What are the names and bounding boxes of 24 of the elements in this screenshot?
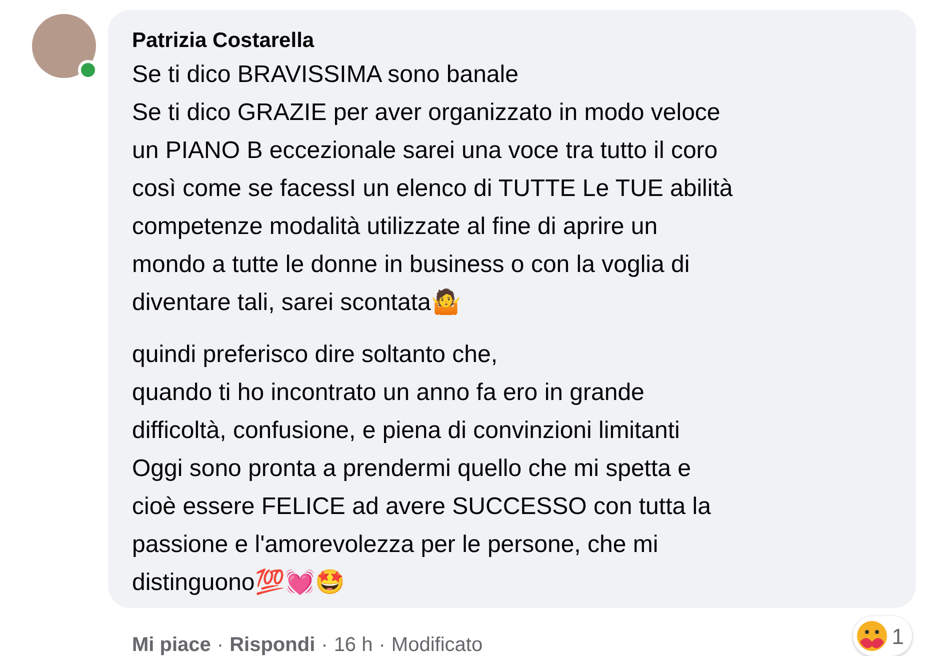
meta-text: 16 h [334,633,373,656]
author-name[interactable]: Patrizia Costarella [132,28,314,54]
comment-text-line: quando ti ho incontrato un anno fa ero in grande [132,378,644,408]
comment-text-line: passione e l'amorevolezza per le persone, che mi [132,530,658,560]
comment-text-line: diventare tali, sarei scontata🤷 [132,288,461,318]
separator-dot: · [321,633,328,656]
comment-text-line: competenze modalità utilizzate al fine di aprire un [132,212,658,242]
reaction-badge[interactable]: 1 [852,616,912,656]
hugging-face-icon [856,620,888,652]
comment-text-line: un PIANO B eccezionale sarei una voce tra tutto il coro [132,136,718,166]
separator-dot: · [216,633,224,656]
comment-text-line: quindi preferisco dire soltanto che, [132,340,498,370]
comment-text-line: distinguono💯💓🤩 [132,568,345,598]
comment-text-line: Se ti dico BRAVISSIMA sono banale [132,60,518,90]
comment-text-line: Oggi sono pronta a prendermi quello che mi spetta e [132,454,691,484]
comment-text-line: mondo a tutte le donne in business o con la voglia di [132,250,690,280]
action-link[interactable]: Rispondi [230,630,316,656]
comment-text-line: cioè essere FELICE ad avere SUCCESSO con tutta la [132,492,711,522]
comment-text-line: difficoltà, confusione, e piena di convinzioni limitanti [132,416,680,446]
separator-dot: · [378,633,386,656]
comment-text-line: così come se facessI un elenco di TUTTE Le TUE abilità [132,174,733,204]
action-link[interactable]: Mi piace [132,630,211,656]
meta-text: Modificato [391,633,483,656]
comment-text-line: Se ti dico GRAZIE per aver organizzato in modo veloce [132,98,720,128]
